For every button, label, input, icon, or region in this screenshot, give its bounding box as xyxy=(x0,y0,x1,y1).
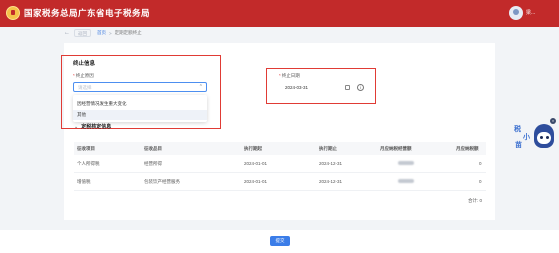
table-cell: 0 xyxy=(479,161,482,166)
table-cell: 包装饮产经营服务 xyxy=(144,179,180,184)
breadcrumb-current: 定期定额终止 xyxy=(114,30,142,35)
breadcrumb-home-link[interactable]: 首页 xyxy=(97,30,106,36)
table-cell: 增值税 xyxy=(77,179,91,184)
collapse-toggle[interactable]: ⌄ 定税核定信息 xyxy=(74,123,111,130)
assistant-mascot[interactable]: 税 小 苗 × xyxy=(512,118,556,160)
col-header: 征收品目 xyxy=(144,146,162,151)
mascot-eye-icon xyxy=(546,136,549,139)
table-cell: 2024-01-01 xyxy=(244,179,268,184)
redacted-amount xyxy=(398,161,414,166)
mascot-char: 税 xyxy=(514,126,521,133)
user-name[interactable]: 梁... xyxy=(526,9,535,16)
tax-emblem-icon xyxy=(6,6,20,20)
col-header: 执行期起 xyxy=(244,146,262,151)
highlight-box-date xyxy=(266,68,376,104)
site-title: 国家税务总局广东省电子税务局 xyxy=(24,8,151,18)
table-cell: 2024-12-31 xyxy=(319,161,343,166)
mascot-char: 小 xyxy=(523,134,530,141)
col-header: 月应纳税额 xyxy=(456,146,479,151)
table-cell: 经营所得 xyxy=(144,161,162,166)
table-cell: 2024-12-31 xyxy=(319,179,343,184)
col-header: 月应纳税经营额 xyxy=(380,146,412,151)
table-row: 个人所得税 经营所得 2024-01-01 2024-12-31 0 xyxy=(74,155,486,173)
col-header: 征收项目 xyxy=(77,146,95,151)
user-avatar[interactable] xyxy=(509,6,523,20)
table-section-title: 定税核定信息 xyxy=(81,124,112,130)
close-icon[interactable]: × xyxy=(550,118,556,124)
submit-button[interactable]: 提交 xyxy=(270,236,290,246)
highlight-box-reason xyxy=(61,55,221,129)
redacted-amount xyxy=(398,179,414,184)
table-cell: 个人所得税 xyxy=(77,161,100,166)
mascot-eye-icon xyxy=(540,136,543,139)
top-header-bar: 国家税务总局广东省电子税务局 梁... xyxy=(0,0,559,27)
breadcrumb-separator: > xyxy=(109,30,112,36)
table-total: 合计: 0 xyxy=(468,198,483,203)
chevron-down-icon: ⌄ xyxy=(74,124,79,130)
back-arrow-icon[interactable]: ← xyxy=(64,30,70,36)
table-cell: 2024-01-01 xyxy=(244,161,268,166)
col-header: 执行期止 xyxy=(319,146,337,151)
table-cell: 0 xyxy=(479,179,482,184)
table-header: 征收项目 征收品目 执行期起 执行期止 月应纳税经营额 月应纳税额 xyxy=(74,142,486,155)
table-row: 增值税 包装饮产经营服务 2024-01-01 2024-12-31 0 xyxy=(74,173,486,191)
breadcrumb: ← 返回 首页 > 定期定额终止 xyxy=(64,27,495,39)
mascot-char: 苗 xyxy=(515,142,522,149)
back-button[interactable]: 返回 xyxy=(74,29,91,37)
